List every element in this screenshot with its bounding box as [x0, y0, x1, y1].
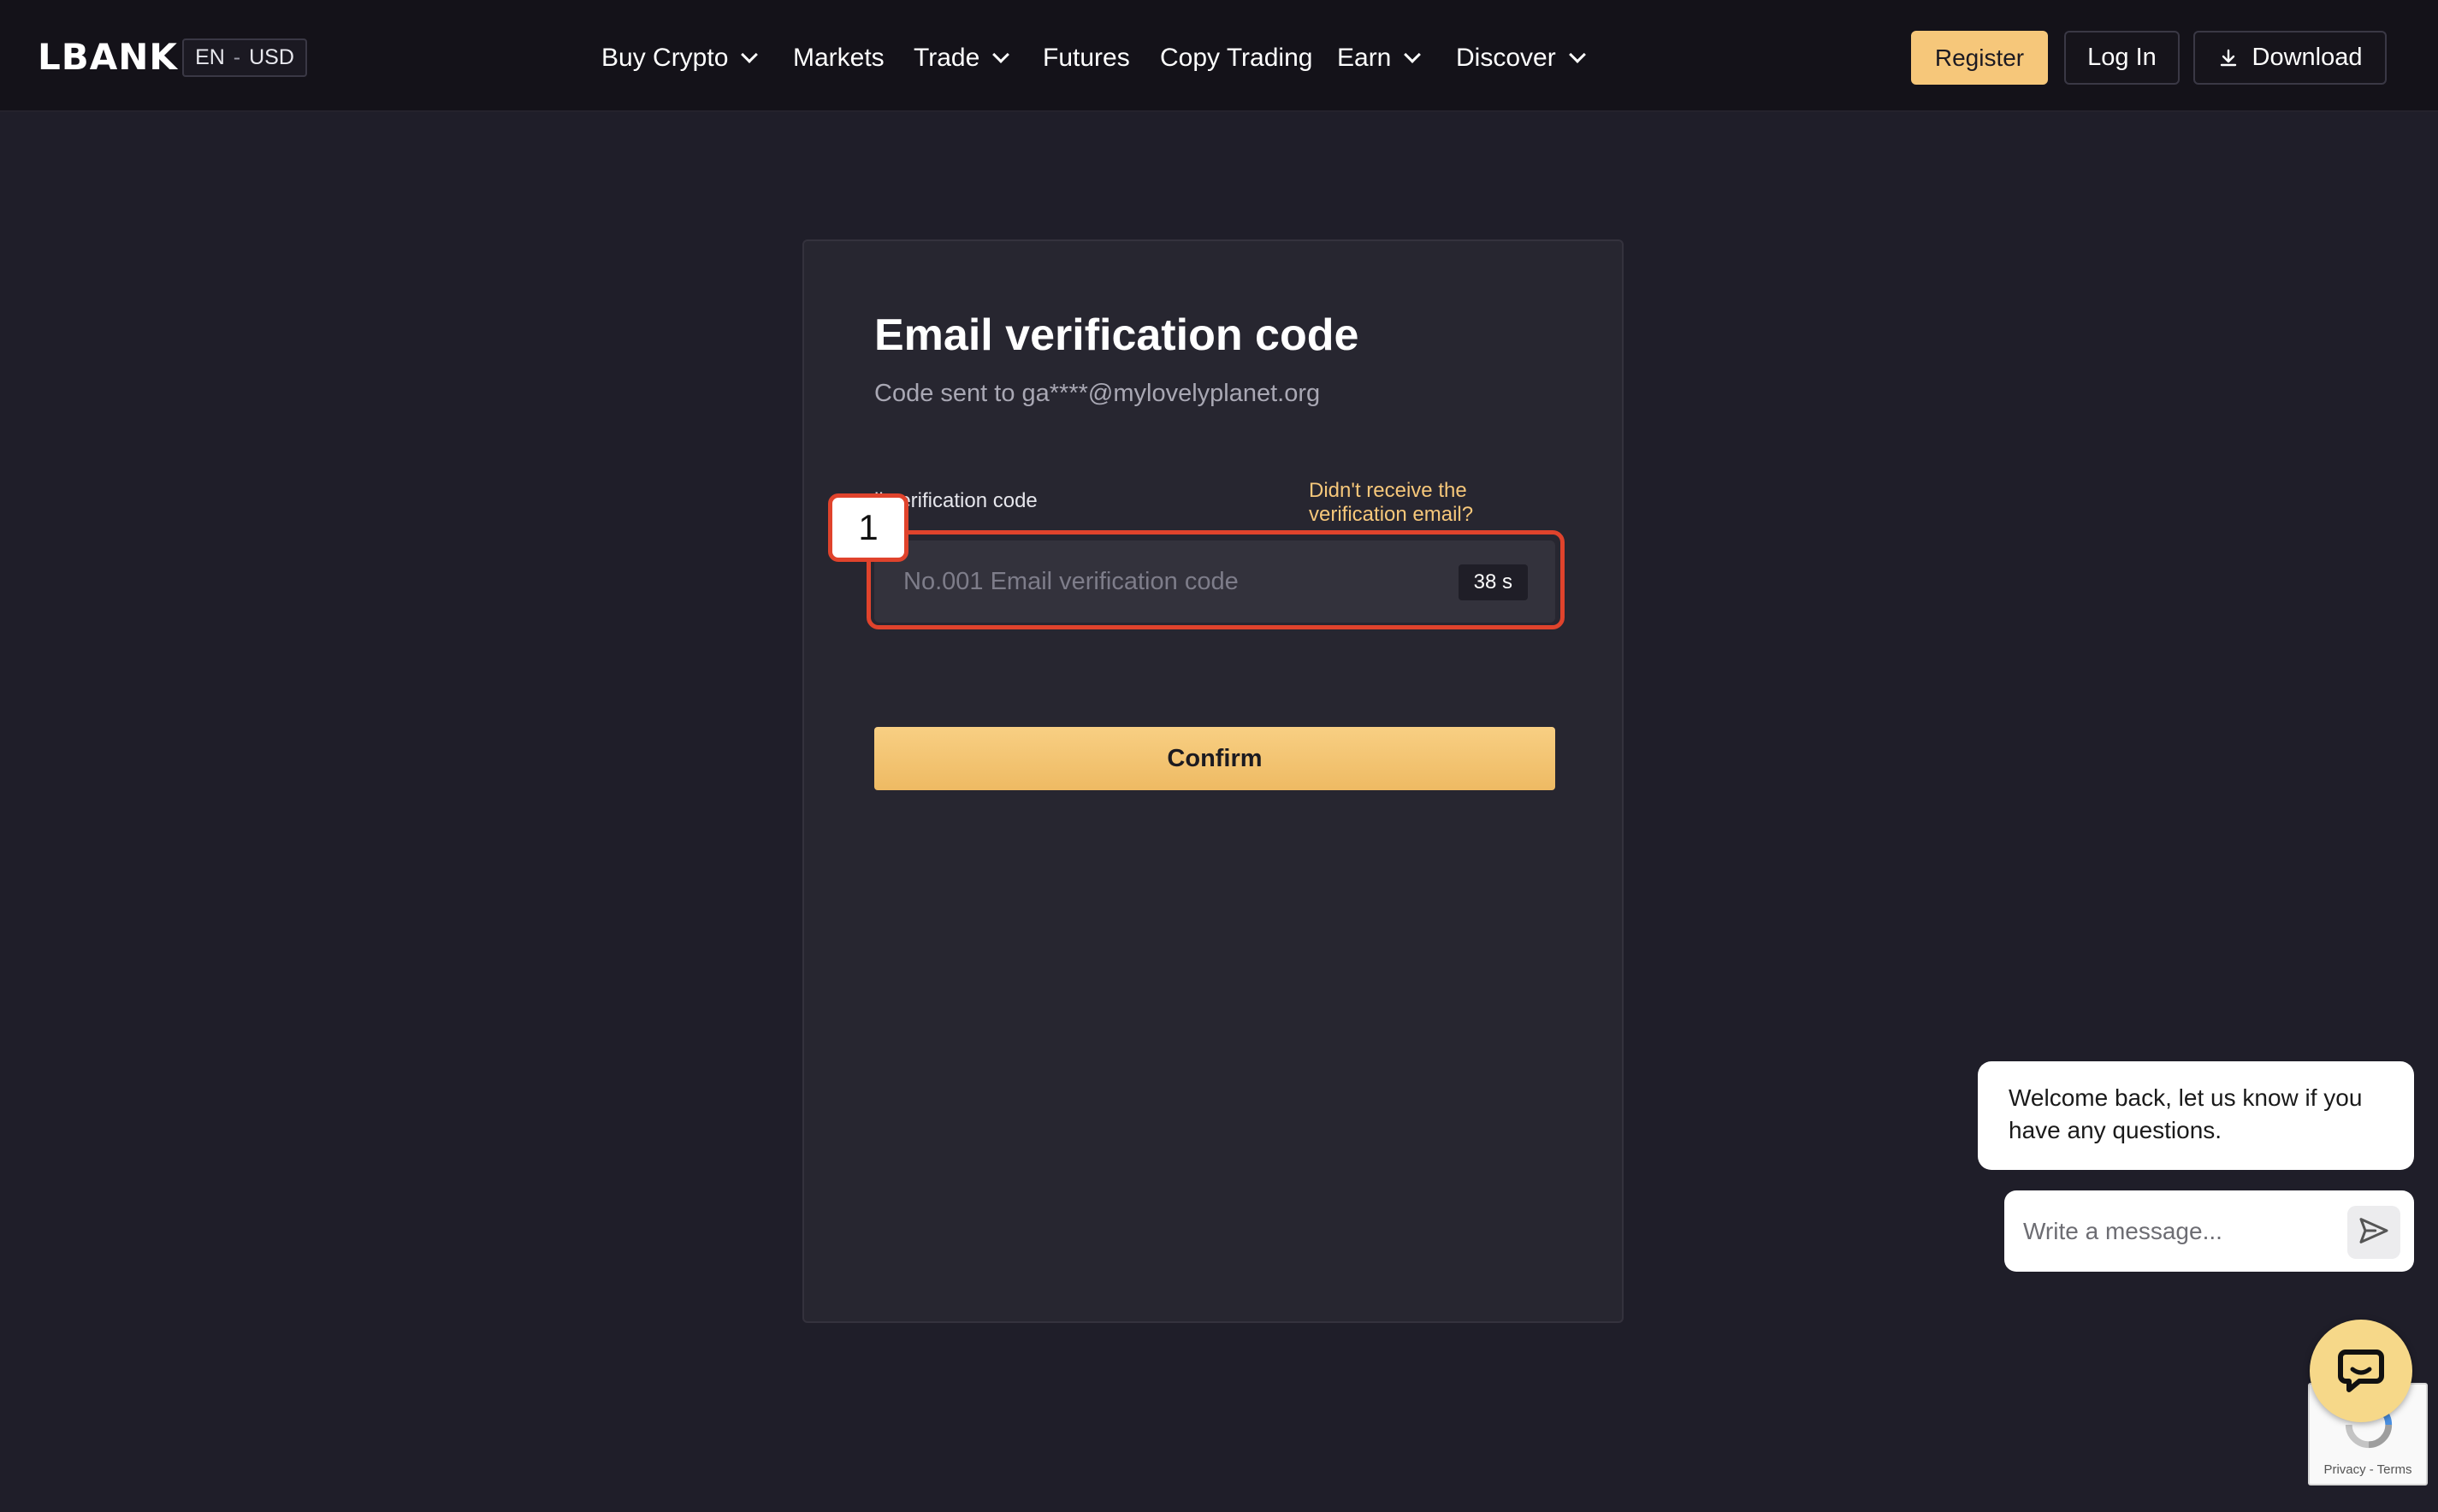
email-verification-card: Email verification code Code sent to ga*… — [802, 239, 1624, 1323]
chevron-down-icon — [1568, 46, 1586, 63]
confirm-button[interactable]: Confirm — [874, 727, 1555, 790]
verification-code-field: 38 s — [874, 540, 1555, 623]
nav-item-copy-trading[interactable]: Copy Trading — [1160, 38, 1312, 79]
nav-item-futures[interactable]: Futures — [1043, 38, 1130, 79]
nav-item-label: Markets — [793, 44, 885, 72]
chat-greeting-bubble: Welcome back, let us know if you have an… — [1978, 1061, 2414, 1170]
chat-icon — [2334, 1342, 2388, 1401]
nav-item-label: Earn — [1337, 44, 1392, 72]
lbank-logo[interactable]: LBANK — [38, 36, 178, 78]
send-button[interactable] — [2347, 1206, 2400, 1259]
chat-launcher-button[interactable] — [2310, 1320, 2412, 1422]
page-title: Email verification code — [874, 310, 1359, 360]
language-currency-selector[interactable]: EN - USD — [182, 38, 307, 77]
register-button[interactable]: Register — [1911, 31, 2048, 85]
download-icon — [2218, 48, 2239, 68]
chat-message-input[interactable] — [2004, 1190, 2346, 1272]
nav-item-trade[interactable]: Trade — [914, 38, 1010, 79]
send-icon — [2357, 1214, 2391, 1252]
login-button[interactable]: Log In — [2064, 31, 2180, 85]
code-sent-message: Code sent to ga****@mylovelyplanet.org — [874, 380, 1321, 407]
nav-item-discover[interactable]: Discover — [1456, 38, 1586, 79]
recaptcha-links: Privacy - Terms — [2323, 1462, 2412, 1477]
verification-code-input[interactable] — [874, 540, 1555, 623]
chat-message-composer — [2004, 1190, 2414, 1272]
chevron-down-icon — [741, 46, 759, 63]
currency-label: USD — [249, 45, 294, 69]
nav-item-markets[interactable]: Markets — [793, 38, 885, 79]
top-navigation-bar: LBANK EN - USD Buy Crypto Markets Trade … — [0, 0, 2438, 112]
chevron-down-icon — [992, 46, 1010, 63]
resend-countdown: 38 s — [1458, 564, 1528, 600]
nav-item-label: Futures — [1043, 44, 1130, 72]
nav-item-earn[interactable]: Earn — [1337, 38, 1422, 79]
download-label: Download — [2252, 44, 2363, 71]
nav-item-label: Discover — [1456, 44, 1556, 72]
nav-item-label: Buy Crypto — [601, 44, 729, 72]
nav-item-label: Trade — [914, 44, 980, 72]
nav-item-label: Copy Trading — [1160, 44, 1313, 72]
chevron-down-icon — [1404, 46, 1422, 63]
annotation-step-badge: 1 — [828, 493, 908, 562]
download-button[interactable]: Download — [2193, 31, 2387, 85]
nav-item-buy-crypto[interactable]: Buy Crypto — [601, 38, 759, 79]
locale-separator: - — [233, 45, 241, 69]
language-label: EN — [195, 45, 225, 69]
resend-email-link[interactable]: Didn't receive the verification email? — [1309, 479, 1531, 527]
